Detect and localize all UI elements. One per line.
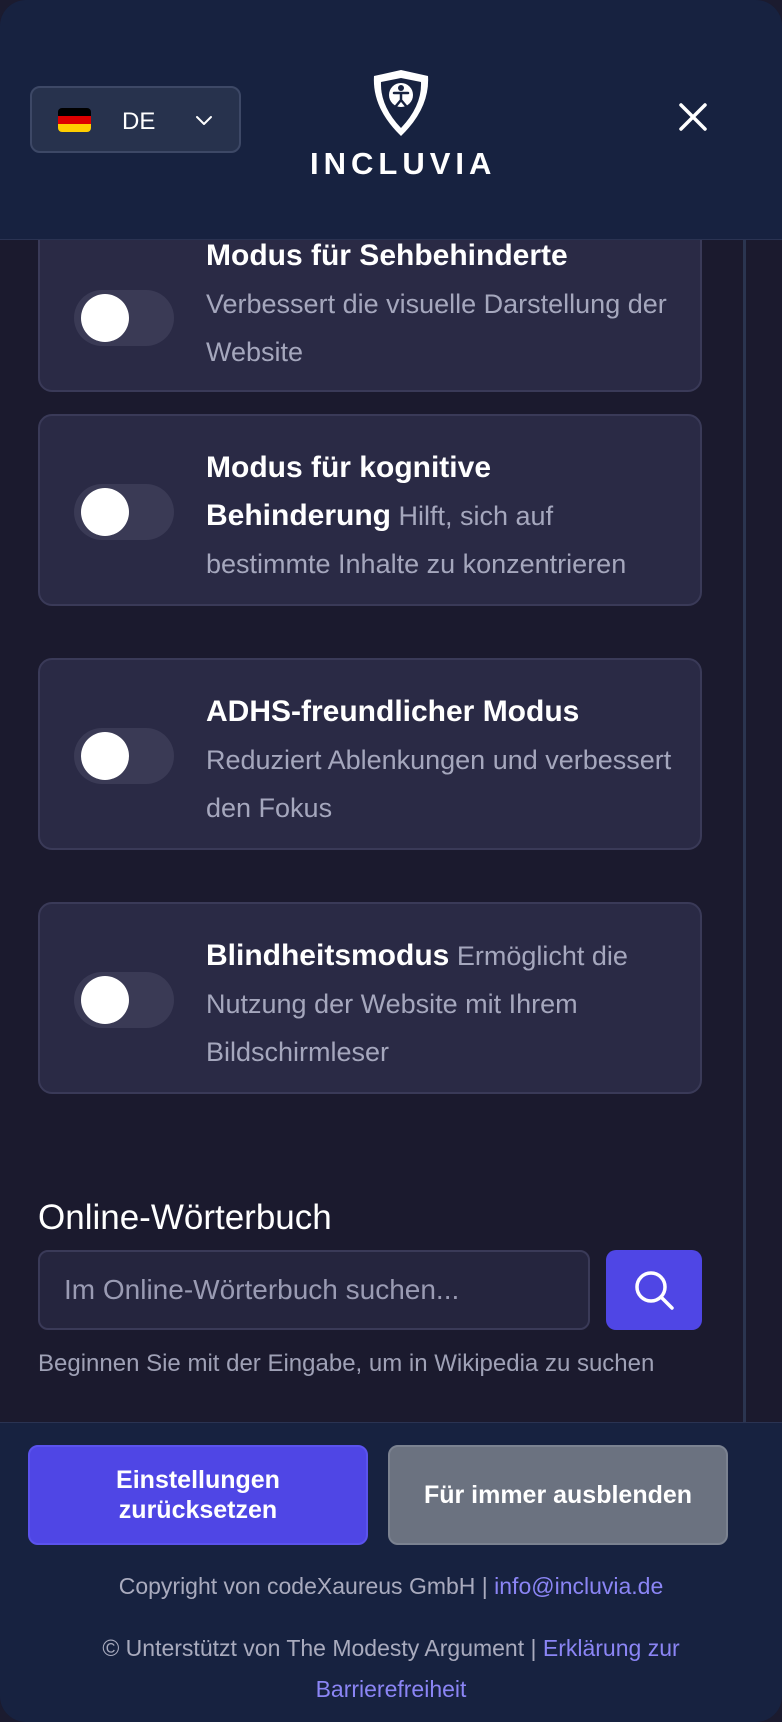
card-text: Modus für Sehbehinderte Verbessert die v… [206,240,676,376]
toggle-blindness[interactable] [74,972,174,1028]
toggle-cognitive[interactable] [74,484,174,540]
germany-flag-icon [58,108,91,132]
copyright-line: Copyright von codeXaureus GmbH | info@in… [0,1573,782,1600]
credit-line: © Unterstützt von The Modesty Argument |… [40,1628,742,1710]
dictionary-hint: Beginnen Sie mit der Eingabe, um in Wiki… [38,1350,655,1377]
card-visual-impairment: Modus für Sehbehinderte Verbessert die v… [38,240,702,392]
card-title: ADHS-freundlicher Modus [206,695,580,728]
dictionary-search-button[interactable] [606,1250,702,1330]
card-cognitive: Modus für kognitive Behinderung Hilft, s… [38,414,702,606]
dictionary-search-input[interactable] [38,1250,590,1330]
accessibility-panel: Modus für Sehbehinderte Verbessert die v… [0,0,782,1722]
panel-header: DE INCLUVIA [0,0,782,240]
card-description: Verbessert die visuelle Darstellung der … [206,289,667,367]
close-icon[interactable] [676,100,710,134]
card-description: Reduziert Ablenkungen und verbessert den… [206,745,672,823]
chevron-down-icon [196,116,212,125]
brand-name: INCLUVIA [310,146,497,181]
toggle-knob [81,976,129,1024]
toggle-adhd[interactable] [74,728,174,784]
toggle-knob [81,294,129,342]
card-text: ADHS-freundlicher Modus Reduziert Ablenk… [206,688,676,832]
hide-forever-button[interactable]: Für immer ausblenden [388,1445,728,1545]
card-title: Modus für Sehbehinderte [206,240,568,272]
card-text: Modus für kognitive Behinderung Hilft, s… [206,444,676,588]
dictionary-title: Online-Wörterbuch [38,1198,332,1237]
settings-scroll-area[interactable]: Modus für Sehbehinderte Verbessert die v… [0,240,782,1422]
credit-text: © Unterstützt von The Modesty Argument | [102,1635,537,1661]
reset-label-line1: Einstellungen [116,1466,280,1494]
toggle-knob [81,732,129,780]
toggle-visual-impairment[interactable] [74,290,174,346]
search-icon [635,1271,674,1310]
scrollbar[interactable] [743,240,746,1422]
email-link[interactable]: info@incluvia.de [494,1573,663,1599]
shield-person-icon [373,70,429,136]
card-blindness: Blindheitsmodus Ermöglicht die Nutzung d… [38,902,702,1094]
reset-settings-button[interactable]: Einstellungen zurücksetzen [28,1445,368,1545]
copyright-text: Copyright von codeXaureus GmbH | [118,1573,488,1599]
language-selector[interactable]: DE [30,86,241,153]
card-title: Blindheitsmodus [206,939,450,972]
reset-label-line2: zurücksetzen [118,1496,278,1524]
language-code: DE [122,108,156,135]
card-text: Blindheitsmodus Ermöglicht die Nutzung d… [206,932,676,1076]
incluvia-logo: INCLUVIA [310,68,497,188]
panel-footer: Einstellungen zurücksetzen Für immer ausb… [0,1422,782,1722]
card-adhd: ADHS-freundlicher Modus Reduziert Ablenk… [38,658,702,850]
toggle-knob [81,488,129,536]
